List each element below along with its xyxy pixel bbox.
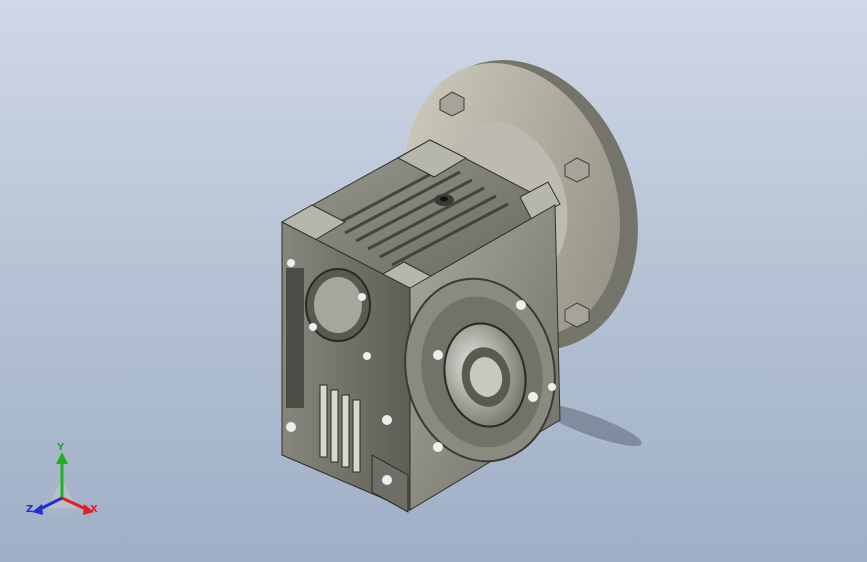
z-axis-label: Z	[26, 504, 34, 515]
worm-gearbox-model[interactable]	[0, 0, 867, 562]
x-axis-label: X	[90, 504, 98, 515]
coordinate-triad: Y X Z	[22, 442, 106, 528]
triad-axes	[32, 452, 94, 516]
graphics-viewport[interactable]: Y X Z	[0, 0, 867, 562]
y-axis-label: Y	[57, 442, 65, 453]
